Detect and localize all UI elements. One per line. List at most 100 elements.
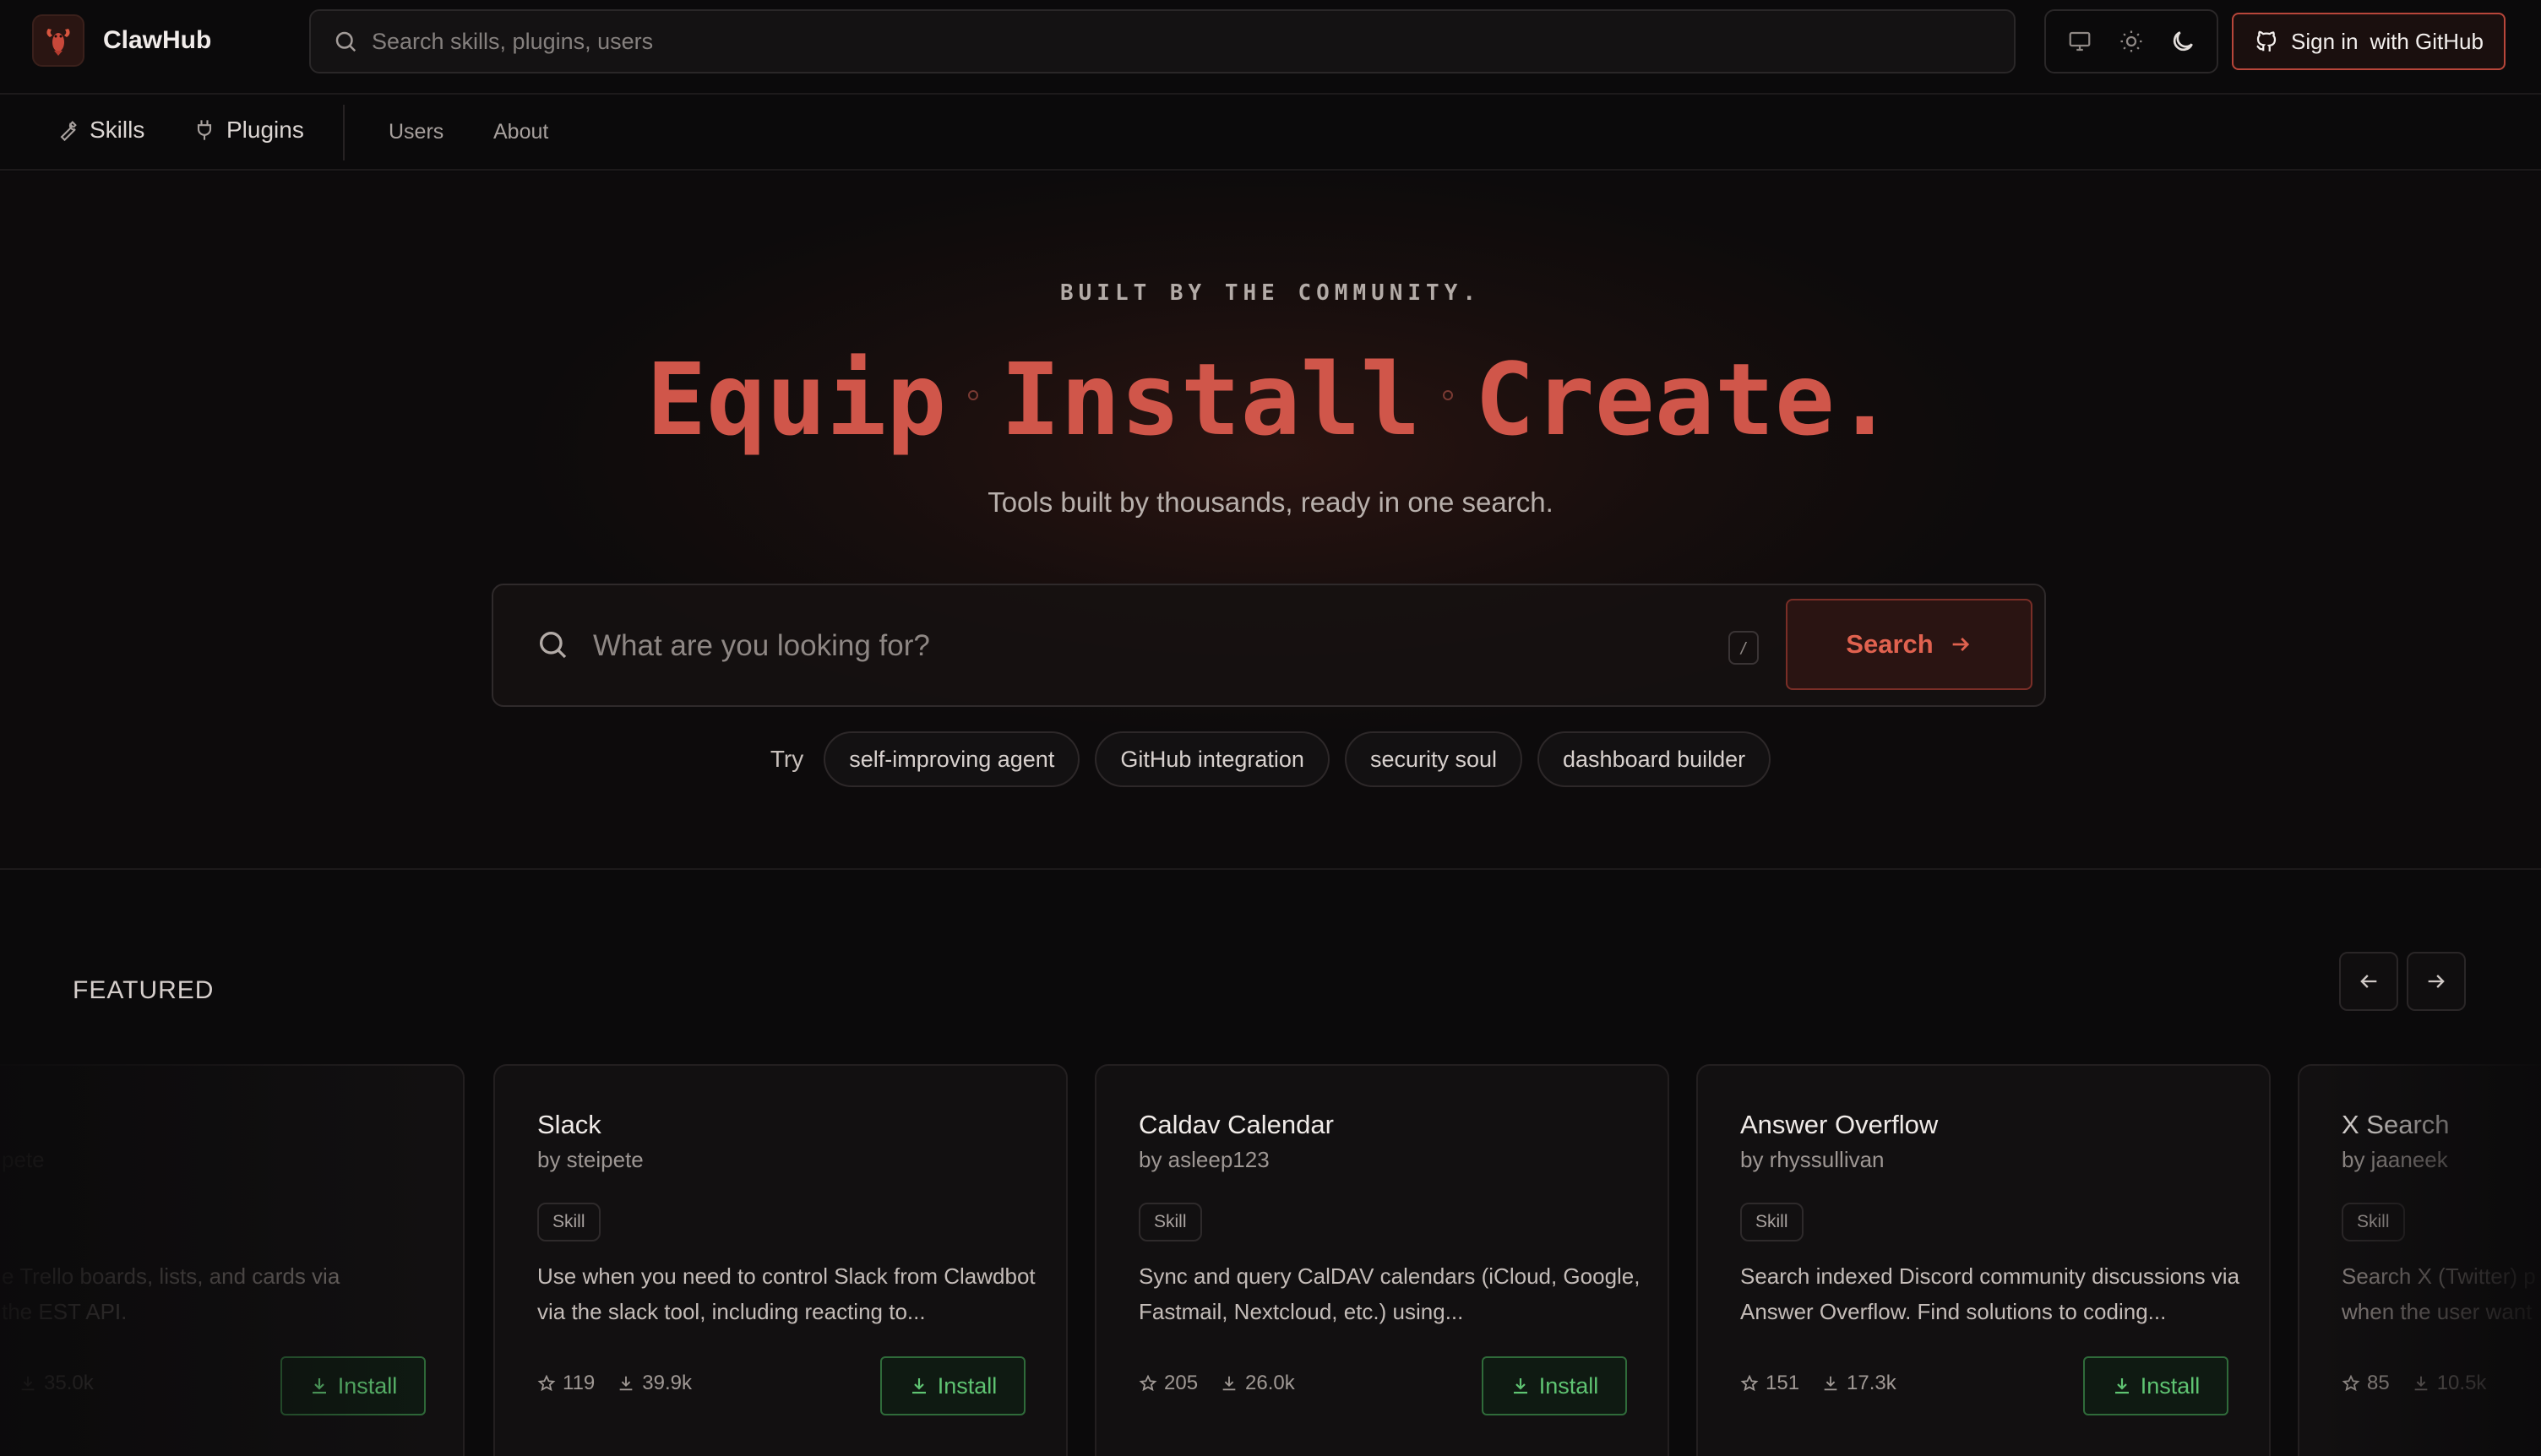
nav-plugins[interactable]: Plugins [193,117,304,144]
download-icon [911,1378,926,1394]
download-count: 35.0k [19,1372,94,1395]
card-description: Sync and query CalDAV calendars (iCloud,… [1139,1263,1640,1324]
headline-word-create: Create. [1474,341,1895,458]
star-count-value: 85 [2367,1372,2390,1394]
suggestion-chip[interactable]: security soul [1344,731,1523,787]
headline-dot [968,389,979,400]
star-count-value: 119 [563,1372,596,1394]
nav-skills[interactable]: Skills [56,117,144,144]
headline-word-equip: Equip [646,341,947,458]
github-icon [2256,30,2277,52]
hero-search-input[interactable] [593,619,1353,673]
lobster-logo-icon [32,14,84,67]
card-stats: 119 39.9k [537,1372,692,1395]
download-icon [1824,1376,1837,1391]
suggestion-chip[interactable]: dashboard builder [1537,731,1771,787]
download-icon [1222,1376,1236,1391]
hero-eyebrow: BUILT BY THE COMMUNITY. [1059,280,1482,306]
download-count-value: 17.3k [1847,1372,1896,1394]
install-label: Install [2140,1372,2201,1399]
nav-about[interactable]: About [493,120,548,144]
card-type-badge: Skill [537,1203,601,1241]
arrow-right-icon [1952,638,1969,651]
install-button[interactable]: Install [1482,1356,1627,1415]
download-count-value: 35.0k [44,1372,94,1394]
install-button[interactable]: Install [880,1356,1026,1415]
featured-card[interactable]: X Search by jaaneek Skill Search X (Twit… [2298,1064,2541,1456]
sun-icon[interactable] [2110,20,2152,62]
nav-plugins-label: Plugins [226,117,304,143]
card-author: pete [2,1147,45,1172]
hero-section: BUILT BY THE COMMUNITY. Equip Install Crea… [0,172,2541,870]
download-icon [2414,1376,2428,1391]
keyboard-shortcut-hint: / [1728,631,1759,665]
card-author: by jaaneek [2342,1147,2448,1172]
try-label: Try [770,746,804,772]
card-type-badge: Skill [1139,1203,1202,1241]
install-button[interactable]: Install [280,1356,426,1415]
nav-users[interactable]: Users [389,120,443,144]
search-icon [540,632,567,659]
download-icon [1513,1378,1527,1394]
moon-icon[interactable] [2162,20,2204,62]
download-count: 17.3k [1821,1372,1896,1395]
brand[interactable]: ClawHub [32,14,211,67]
card-title: Caldav Calendar [1139,1110,1334,1139]
carousel-prev-button[interactable] [2339,952,2398,1011]
suggestion-chip[interactable]: GitHub integration [1095,731,1330,787]
arrow-left-icon [2360,975,2377,988]
carousel-next-button[interactable] [2407,952,2466,1011]
plug-icon [197,120,212,140]
wrench-icon [60,121,77,142]
featured-card[interactable]: Slack by steipete Skill Use when you nee… [493,1064,1068,1456]
install-label: Install [337,1372,398,1399]
download-icon [619,1376,633,1391]
headline-word-install: Install [1000,341,1421,458]
star-count-value: 151 [1766,1372,1800,1394]
card-stats: 85 10.5k [2342,1372,2486,1395]
card-stats: 35.0k [19,1372,94,1395]
global-search-input[interactable] [372,28,1977,55]
nav-skills-label: Skills [90,117,145,143]
card-title: Slack [537,1110,601,1139]
signin-github-button[interactable]: Sign in with GitHub [2232,13,2506,70]
star-count: 119 [537,1372,595,1395]
download-count-value: 39.9k [642,1372,692,1394]
global-search[interactable] [309,9,2016,73]
card-type-badge: Skill [1740,1203,1804,1241]
featured-card[interactable]: Answer Overflow by rhyssullivan Skill Se… [1696,1064,2271,1456]
card-description: e Trello boards, lists, and cards via th… [2,1263,340,1324]
search-icon [335,31,356,52]
star-count: 205 [1139,1372,1198,1395]
brand-name: ClawHub [103,26,212,54]
card-author: by steipete [537,1147,644,1172]
hero-search-box[interactable]: / Search [492,584,2046,707]
nav-divider [343,105,345,160]
star-icon [1740,1374,1759,1392]
headline-dot [1442,389,1453,400]
hero-search-button[interactable]: Search [1786,599,2032,690]
install-button[interactable]: Install [2083,1356,2228,1415]
star-count: 151 [1740,1372,1799,1395]
card-description: Search indexed Discord community discuss… [1740,1263,2240,1324]
star-icon [1139,1374,1157,1392]
top-bar: ClawHub Sign in with GitHub [0,0,2541,95]
featured-card[interactable]: Caldav Calendar by asleep123 Skill Sync … [1095,1064,1669,1456]
download-icon [2114,1378,2129,1394]
signin-with-label: with GitHub [2370,28,2484,54]
download-count: 39.9k [617,1372,692,1395]
theme-switcher [2044,9,2218,73]
signin-label: Sign in [2291,28,2359,54]
install-label: Install [937,1372,998,1399]
featured-card[interactable]: pete e Trello boards, lists, and cards v… [0,1064,465,1456]
card-title: X Search [2342,1110,2450,1139]
download-icon [312,1378,326,1394]
card-title: Answer Overflow [1740,1110,1939,1139]
card-stats: 205 26.0k [1139,1372,1295,1395]
featured-heading: FEATURED [73,976,215,1004]
search-button-label: Search [1846,629,1934,659]
suggestion-chip[interactable]: self-improving agent [824,731,1080,787]
star-count: 85 [2342,1372,2390,1395]
download-count: 10.5k [2412,1372,2486,1395]
monitor-icon[interactable] [2059,20,2101,62]
